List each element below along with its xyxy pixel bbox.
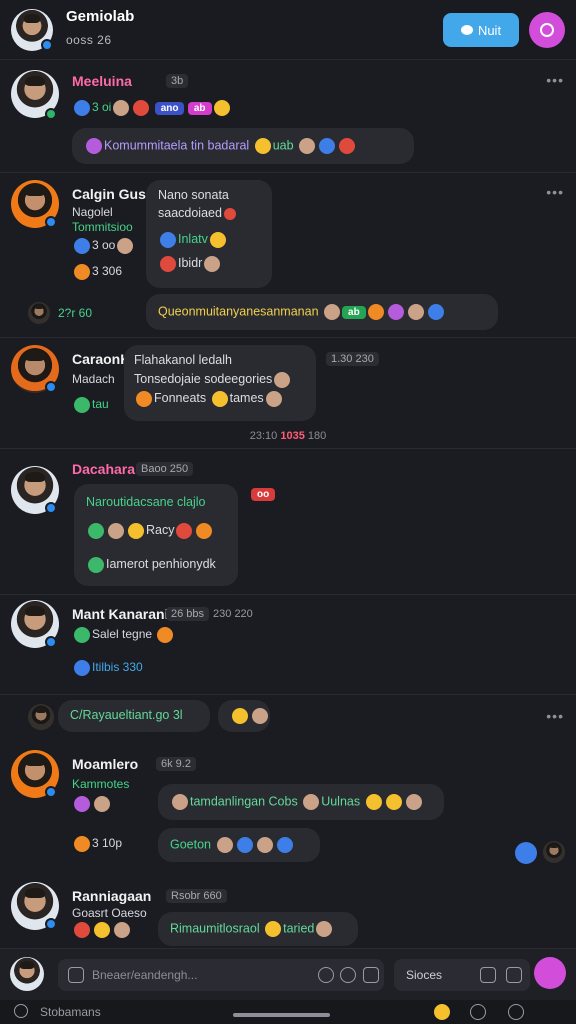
message-bubble[interactable]: Naroutidacsane clajlo Racy Iamerot penhi… (74, 484, 238, 586)
composer-avatar[interactable] (10, 957, 44, 991)
message-bubble[interactable]: Queonmuitanyanesanmanan ab (146, 294, 498, 330)
more-options-icon[interactable]: ••• (546, 72, 564, 88)
sender-subtitle: Goasrt Oaeso (72, 906, 147, 920)
message-time: Baoo 250 (136, 462, 197, 476)
sender-subtitle: Madach (72, 372, 115, 386)
message-text: Salel tegne (72, 627, 175, 643)
gallery-icon[interactable] (363, 967, 379, 983)
message-bubble[interactable]: Flahakanol ledalh Tonsedojaie sodeegorie… (124, 345, 316, 421)
call-button[interactable]: Nuit (443, 13, 519, 47)
message-composer: Sioces (0, 948, 576, 1000)
reaction-badge[interactable]: oo (251, 488, 276, 501)
reaction-line (72, 796, 112, 812)
more-options-icon[interactable]: ••• (546, 708, 564, 724)
reaction-line: 3 10p (72, 836, 122, 852)
message-item[interactable]: C/Rayaueltiant.go 3l ••• (0, 694, 576, 740)
message-input-box[interactable] (58, 959, 384, 991)
message-item[interactable]: Ranniagaan Rsobr 660 Goasrt Oaeso Rimaum… (0, 874, 576, 948)
sender-name: Moamlero (72, 756, 139, 772)
message-item[interactable]: Calgin Gusaan Nagolel Tommitsioo ••• 3 o… (0, 172, 576, 336)
attachment-icon[interactable] (68, 967, 84, 983)
message-time: 3b (166, 74, 192, 88)
reaction-line (72, 922, 132, 938)
verified-badge-icon (45, 502, 57, 514)
small-avatar[interactable] (28, 704, 54, 730)
message-bubble[interactable]: Rimaumitlosraol taried (158, 912, 358, 946)
sender-status: Tommitsioo (72, 220, 133, 234)
notification-button[interactable] (529, 12, 565, 48)
message-time: Rsobr 660 (166, 889, 231, 903)
message-bubble[interactable]: Goeton (158, 828, 320, 862)
small-avatar[interactable] (543, 841, 565, 863)
back-icon[interactable] (14, 1004, 28, 1018)
gif-icon[interactable] (480, 967, 496, 983)
sender-name: Ranniagaan (72, 888, 152, 904)
verified-badge-icon (45, 216, 57, 228)
emoji-icon[interactable] (340, 967, 356, 983)
verified-badge-icon (41, 39, 53, 51)
navbar-label: Stobamans (40, 1005, 101, 1019)
message-input[interactable] (92, 959, 312, 991)
more-options-icon[interactable]: ••• (546, 184, 564, 200)
date-separator: 23:10 1035 180 (249, 430, 327, 442)
bubble-heading: Nano sonata (158, 188, 229, 202)
message-bubble[interactable]: tamdanlingan Cobs Uulnas (158, 784, 444, 820)
verified-badge-icon (45, 636, 57, 648)
chat-title: Gemiolab (66, 8, 135, 25)
reaction-line: 3 oi ano ab (72, 100, 232, 116)
message-bubble[interactable]: Nano sonata saacdoiaed Inlatv Ibidr (146, 180, 272, 288)
online-badge-icon (45, 108, 57, 120)
chat-subtitle: ooss 26 (66, 33, 112, 47)
camera-icon[interactable] (506, 967, 522, 983)
history-icon[interactable] (470, 1004, 486, 1020)
verified-badge-icon (45, 786, 57, 798)
message-time: 26 bbs 230 220 (166, 607, 253, 621)
message-item[interactable]: Moamlero 6k 9.2 Kammotes tamdanlingan Co… (0, 740, 576, 874)
home-indicator[interactable] (233, 1013, 330, 1017)
message-bubble[interactable]: Komummitaela tin badaral uab (72, 128, 414, 164)
reaction-prefix: 2?r 60 (58, 306, 93, 320)
call-button-label: Nuit (477, 22, 502, 38)
reaction-bubble[interactable] (218, 700, 270, 732)
small-avatar[interactable] (28, 302, 50, 324)
sticker-button[interactable]: Sioces (394, 959, 530, 991)
message-item[interactable]: Mant Kanarani 26 bbs 230 220 Salel tegne … (0, 594, 576, 694)
sticker-label: Sioces (406, 968, 443, 982)
message-time: 6k 9.2 (156, 757, 200, 771)
message-time: 1.30 230 (326, 352, 383, 366)
sticker-icon[interactable] (434, 1004, 450, 1020)
send-button[interactable] (534, 957, 566, 989)
sender-name: Meeluina (72, 73, 132, 89)
message-bubble[interactable]: C/Rayaueltiant.go 3l (58, 700, 210, 732)
sender-subtitle: Kammotes (72, 777, 130, 791)
bottom-navbar: Stobamans (0, 1000, 576, 1024)
message-item[interactable]: Dacahara Baoo 250 oo Naroutidacsane claj… (0, 448, 576, 594)
sender-name: Dacahara (72, 461, 136, 477)
message-item[interactable]: Meeluina 3b ••• 3 oi ano ab Komummitaela… (0, 60, 576, 172)
mic-icon[interactable] (318, 967, 334, 983)
reaction-line: 3 306 (72, 264, 122, 280)
verified-badge-icon (45, 381, 57, 393)
reaction-line: tau (72, 397, 109, 413)
sender-subtitle: Nagolel (72, 205, 113, 219)
bell-icon (540, 23, 554, 37)
chat-header: Gemiolab ooss 26 Nuit (0, 0, 576, 60)
link-preview[interactable]: Itilbis 330 (72, 660, 143, 676)
sender-name: Mant Kanarani (72, 606, 169, 622)
profile-icon[interactable] (508, 1004, 524, 1020)
reaction-line: 3 oo (72, 238, 135, 254)
verified-badge-icon (45, 918, 57, 930)
chat-bubble-icon (460, 25, 473, 35)
message-item[interactable]: CaraonKafanne 1.30 230 Madach tau Flahak… (0, 337, 576, 427)
reply-icon[interactable] (515, 842, 537, 864)
